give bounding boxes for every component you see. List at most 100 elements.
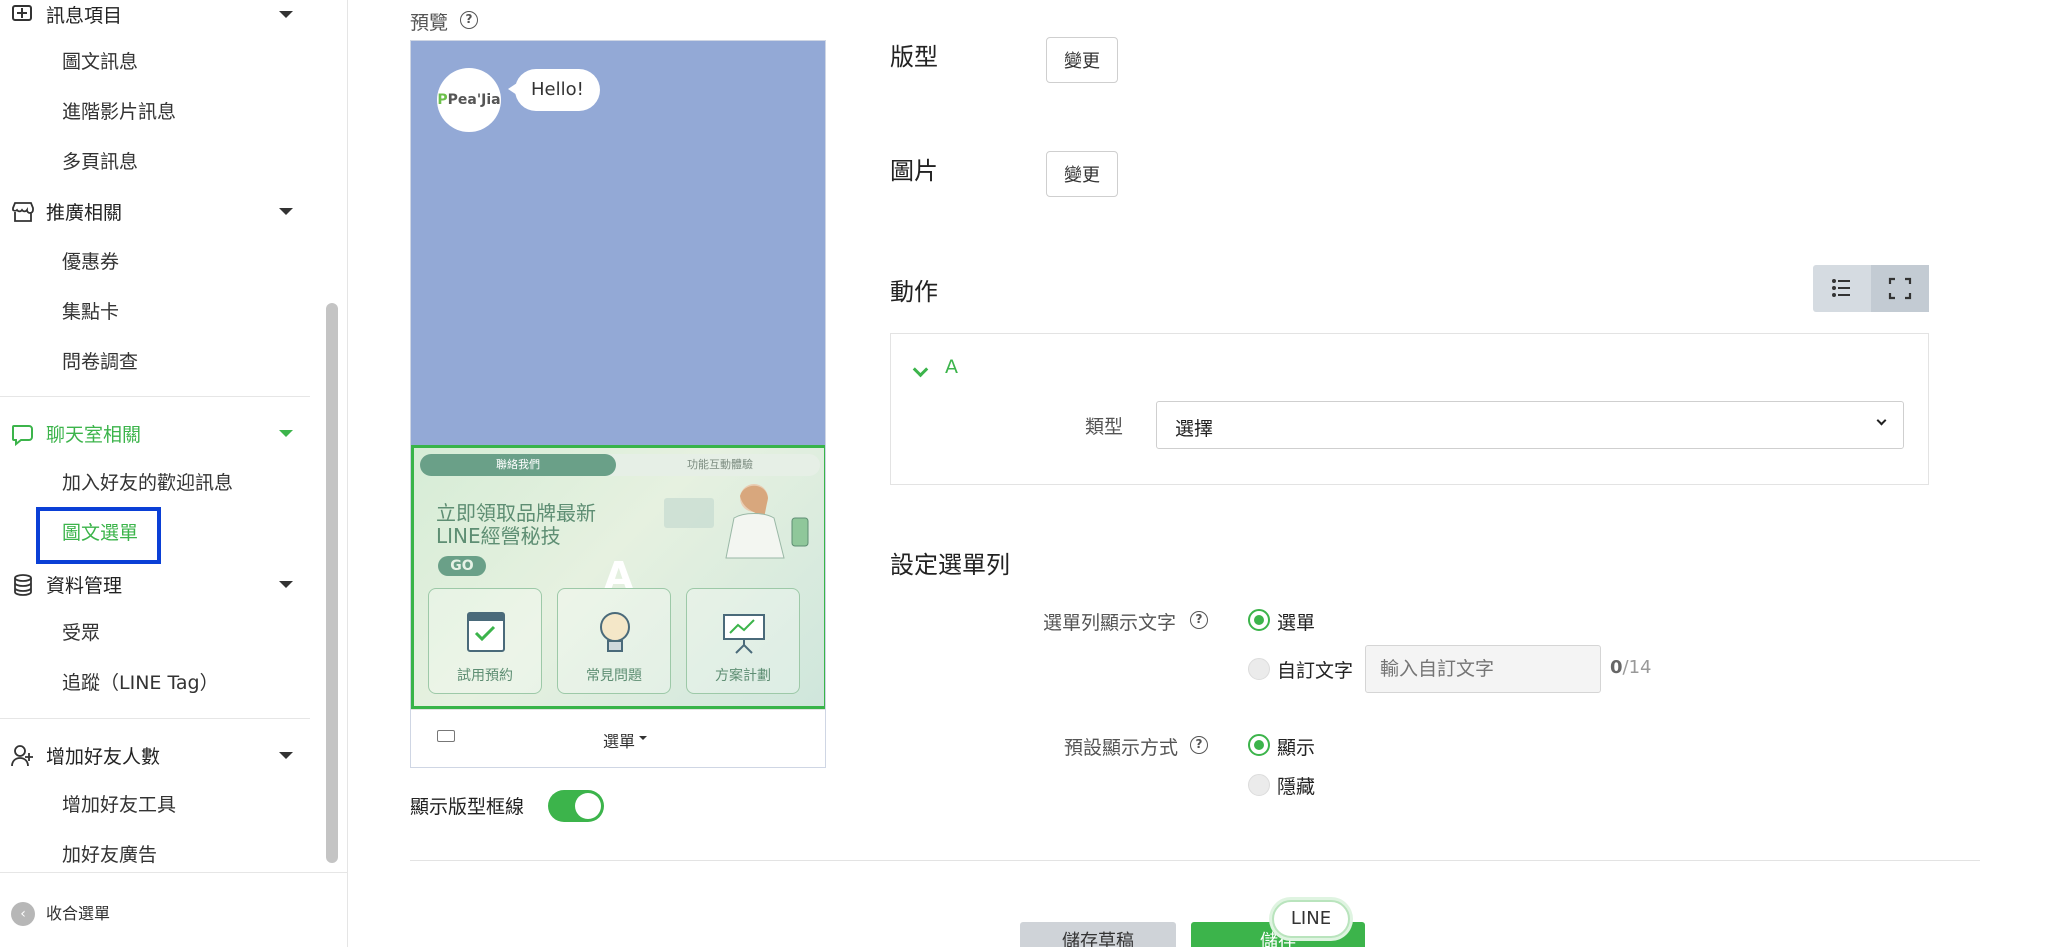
menu-bar-label[interactable]: 選單 [603, 728, 635, 752]
rich-menu-preview[interactable]: 聯絡我們 功能互動體驗 立即領取品牌最新LINE經營秘技 GO A 試用預約 常… [411, 445, 825, 709]
sidebar-item-survey[interactable]: 問卷調查 [62, 342, 138, 382]
highlight-box [36, 507, 161, 564]
radio-show[interactable] [1248, 734, 1270, 756]
sidebar-item-welcome-message[interactable]: 加入好友的歡迎訊息 [62, 463, 233, 503]
show-border-label: 顯示版型框線 [410, 796, 525, 818]
action-title: 動作 [890, 278, 938, 306]
line-chat-bubble[interactable]: LINE [1272, 900, 1350, 938]
chevron-down-icon [279, 208, 293, 215]
show-border-toggle[interactable] [548, 790, 604, 822]
radio-label-hide: 隱藏 [1277, 776, 1316, 798]
divider [0, 396, 310, 397]
list-icon [1832, 279, 1850, 297]
sidebar-item-reward-card[interactable]: 集點卡 [62, 292, 119, 332]
chat-bubble-icon [12, 425, 33, 447]
fullscreen-view-button[interactable] [1871, 265, 1929, 312]
help-icon[interactable]: ? [1190, 611, 1208, 629]
sidebar-item-audience[interactable]: 受眾 [62, 613, 100, 653]
menubar-settings-title: 設定選單列 [890, 551, 1010, 579]
card-label: 常見問題 [586, 668, 642, 684]
sidebar-scroll-area: 訊息項目 圖文訊息 進階影片訊息 多頁訊息 推廣相關 優惠券 集點卡 問卷調查 … [0, 0, 348, 872]
caret-down-icon [639, 736, 647, 740]
change-layout-button[interactable]: 變更 [1046, 37, 1118, 83]
message-icon [12, 5, 32, 21]
rich-menu-tab-contact: 聯絡我們 [420, 454, 616, 476]
chat-bubble: Hello! [508, 69, 600, 111]
sidebar-group-label: 訊息項目 [46, 4, 123, 27]
chevron-down-icon[interactable] [912, 361, 929, 378]
sidebar-item-friend-tools[interactable]: 增加好友工具 [62, 785, 176, 825]
chevron-down-icon [279, 752, 293, 759]
help-icon[interactable]: ? [1190, 736, 1208, 754]
sidebar-group-chat[interactable]: 聊天室相關 [0, 413, 310, 453]
sidebar-group-label: 聊天室相關 [46, 423, 142, 446]
rich-menu-tab-features: 功能互動體驗 [687, 458, 753, 471]
card-label: 試用預約 [457, 668, 513, 684]
keyboard-icon[interactable] [437, 730, 455, 742]
save-draft-button[interactable]: 儲存草稿 [1020, 922, 1176, 947]
sidebar-item-rich-message[interactable]: 圖文訊息 [62, 42, 138, 82]
phone-preview: PPea'Jia Hello! 聯絡我們 功能互動體驗 立即領取品牌最新LINE… [410, 40, 826, 768]
radio-custom-text[interactable] [1248, 658, 1270, 680]
chevron-down-icon [279, 581, 293, 588]
action-type-select[interactable]: 選擇 [1156, 401, 1904, 449]
divider [410, 860, 1980, 861]
action-type-label: 類型 [1085, 416, 1124, 438]
radio-hide[interactable] [1248, 774, 1270, 796]
chat-menu-bar: 選單 [411, 709, 825, 767]
rich-menu-card-faq: 常見問題 [557, 588, 671, 694]
list-view-button[interactable] [1813, 265, 1871, 312]
sidebar-item-coupon[interactable]: 優惠券 [62, 242, 119, 282]
collapse-menu-button[interactable]: 收合選單 [46, 902, 110, 926]
change-image-button[interactable]: 變更 [1046, 151, 1118, 197]
char-counter: 0/14 [1610, 657, 1652, 678]
rich-menu-card-trial: 試用預約 [428, 588, 542, 694]
illustration-person [664, 484, 809, 559]
rich-menu-title: 立即領取品牌最新LINE經營秘技 [436, 501, 596, 548]
rich-menu-tabs: 聯絡我們 功能互動體驗 [420, 454, 820, 476]
sidebar-group-data[interactable]: 資料管理 [0, 564, 310, 604]
sidebar-group-label: 資料管理 [46, 574, 123, 597]
action-letter: A [945, 356, 958, 378]
rich-menu-card-plans: 方案計劃 [686, 588, 800, 694]
select-value: 選擇 [1175, 418, 1214, 440]
sidebar-group-promo[interactable]: 推廣相關 [0, 191, 310, 231]
sidebar-item-video-message[interactable]: 進階影片訊息 [62, 92, 176, 132]
avatar: PPea'Jia [437, 68, 501, 132]
lightbulb-icon [600, 612, 630, 652]
presentation-board-icon [723, 614, 765, 654]
radio-label-menu: 選單 [1277, 612, 1316, 634]
image-title: 圖片 [890, 157, 938, 185]
sidebar-group-message[interactable]: 訊息項目 [0, 0, 310, 34]
database-icon [14, 574, 32, 596]
custom-text-input[interactable] [1365, 645, 1601, 693]
fullscreen-icon [1888, 277, 1912, 300]
sidebar: 訊息項目 圖文訊息 進階影片訊息 多頁訊息 推廣相關 優惠券 集點卡 問卷調查 … [0, 0, 348, 947]
sidebar-item-card-message[interactable]: 多頁訊息 [62, 142, 138, 182]
radio-label-custom: 自訂文字 [1277, 660, 1354, 682]
sidebar-group-friends[interactable]: 增加好友人數 [0, 735, 310, 775]
rich-menu-go-badge: GO [438, 556, 486, 576]
chevron-left-icon[interactable]: ‹ [11, 902, 35, 926]
divider [0, 718, 310, 719]
add-user-icon [11, 745, 33, 767]
view-toggle [1813, 265, 1929, 312]
default-display-label: 預設顯示方式 [1064, 737, 1179, 759]
radio-label-show: 顯示 [1277, 737, 1316, 759]
chevron-down-icon [279, 430, 293, 437]
preview-label: 預覽 [410, 12, 449, 34]
radio-menu-text[interactable] [1248, 609, 1270, 631]
sidebar-item-friend-ads[interactable]: 加好友廣告 [62, 835, 157, 872]
sidebar-scrollbar[interactable] [326, 303, 338, 863]
sidebar-group-label: 增加好友人數 [46, 745, 161, 768]
menubar-text-label: 選單列顯示文字 [1043, 612, 1177, 634]
chevron-down-icon [1876, 415, 1887, 426]
card-label: 方案計劃 [715, 668, 771, 684]
toggle-knob [575, 793, 601, 819]
chevron-down-icon [279, 11, 293, 18]
calendar-check-icon [467, 612, 505, 652]
action-panel-a: A 類型 選擇 [890, 333, 1929, 485]
sidebar-item-line-tag[interactable]: 追蹤（LINE Tag） [62, 663, 219, 703]
help-icon[interactable]: ? [460, 11, 478, 29]
store-icon [12, 202, 34, 222]
